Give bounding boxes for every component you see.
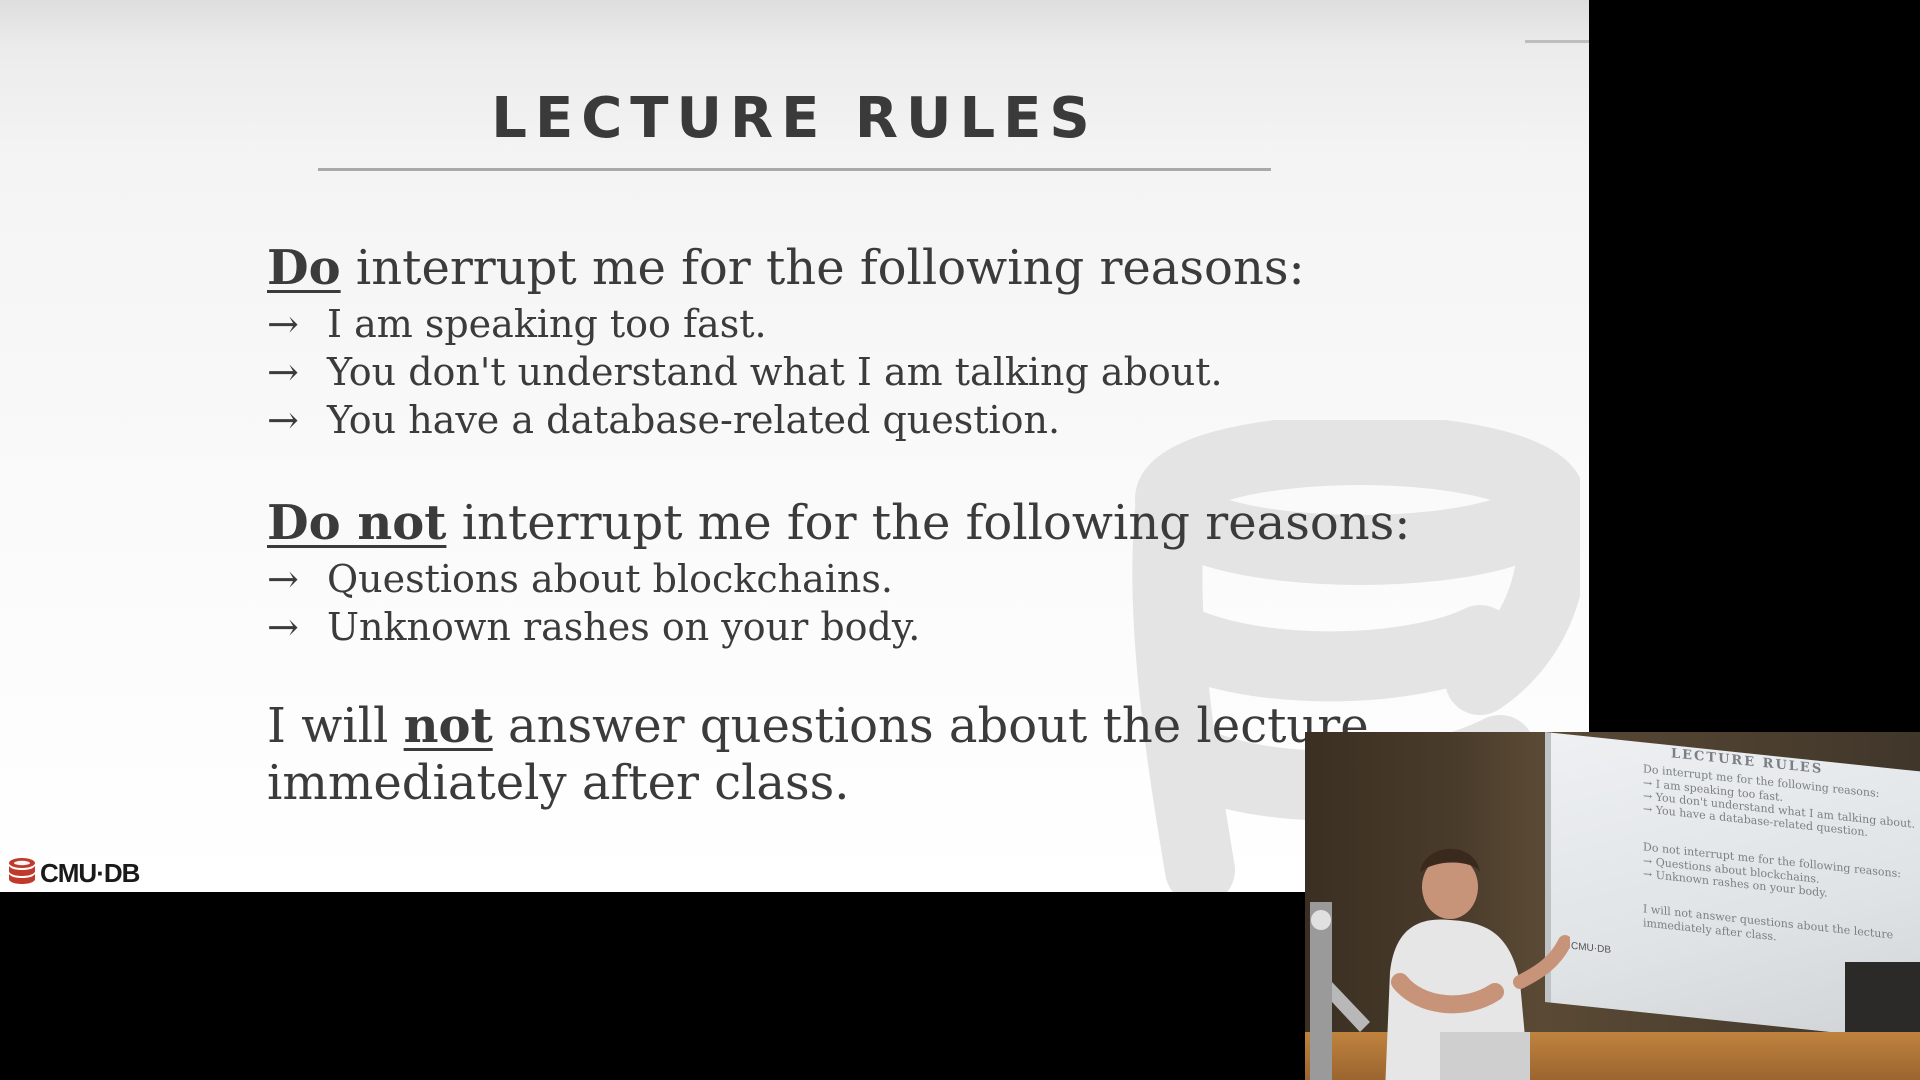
- video-frame: LECTURE RULES Do interrupt me for the fo…: [0, 0, 1920, 1080]
- closing-line-2: immediately after class.: [267, 755, 850, 811]
- do-not-emphasis: Do not: [267, 495, 447, 551]
- list-item: → Unknown rashes on your body.: [267, 603, 1410, 651]
- list-item-text: You have a database-related question.: [327, 398, 1061, 442]
- list-item-text: Unknown rashes on your body.: [327, 605, 921, 649]
- do-heading-rest: interrupt me for the following reasons:: [340, 240, 1305, 296]
- slide-corner-rule: [1525, 40, 1589, 43]
- do-not-section: Do not interrupt me for the following re…: [267, 491, 1410, 651]
- arrow-icon: →: [267, 350, 299, 394]
- do-not-heading-rest: interrupt me for the following reasons:: [446, 495, 1411, 551]
- arrow-icon: →: [267, 557, 299, 601]
- webcam-inset: LECTURE RULES Do interrupt me for the fo…: [1305, 732, 1920, 1080]
- do-heading: Do interrupt me for the following reason…: [267, 236, 1305, 300]
- closing-line-1: I will not answer questions about the le…: [267, 698, 1369, 755]
- arrow-icon: →: [267, 605, 299, 649]
- arrow-icon: →: [267, 302, 299, 346]
- title-divider: [318, 168, 1271, 171]
- do-section: Do interrupt me for the following reason…: [267, 236, 1305, 444]
- list-item-text: You don't understand what I am talking a…: [327, 350, 1223, 394]
- database-stack-icon: [9, 858, 35, 884]
- do-emphasis: Do: [267, 240, 341, 296]
- projector-logo: CMU·DB: [1571, 940, 1611, 956]
- closing-suffix: answer questions about the lecture: [492, 698, 1369, 754]
- list-item-text: Questions about blockchains.: [327, 557, 893, 601]
- list-item: → I am speaking too fast.: [267, 300, 1305, 348]
- cmu-db-logo-text: CMU·DB: [40, 857, 140, 888]
- slide-title: LECTURE RULES: [491, 86, 1098, 151]
- list-item: → You don't understand what I am talking…: [267, 348, 1305, 396]
- lecturer-figure: [1385, 848, 1570, 1080]
- list-item: → Questions about blockchains.: [267, 555, 1410, 603]
- closing-statement: I will not answer questions about the le…: [267, 698, 1369, 812]
- cmu-db-logo: CMU·DB: [6, 856, 140, 890]
- microphone-arm: [1310, 902, 1370, 1080]
- closing-prefix: I will: [267, 698, 404, 754]
- list-item-text: I am speaking too fast.: [327, 302, 767, 346]
- do-not-heading: Do not interrupt me for the following re…: [267, 491, 1410, 555]
- closing-emphasis: not: [403, 698, 493, 754]
- arrow-icon: →: [267, 398, 299, 442]
- list-item: → You have a database-related question.: [267, 396, 1305, 444]
